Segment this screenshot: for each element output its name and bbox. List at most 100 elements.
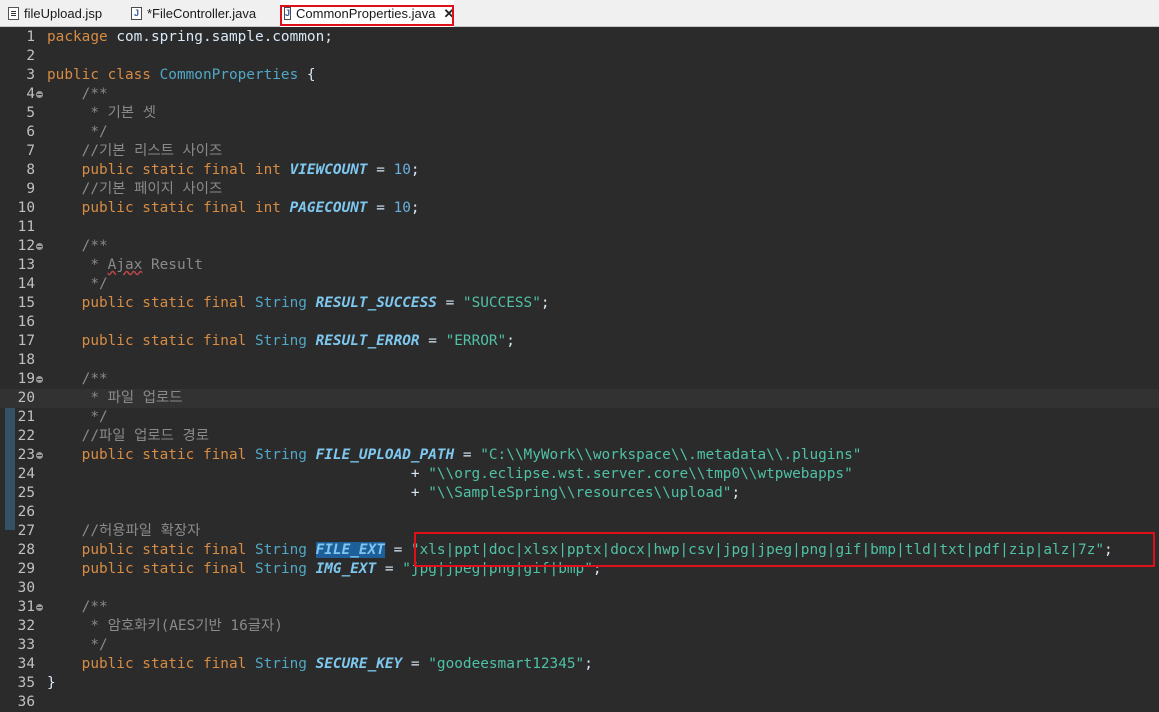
line-number: 2 xyxy=(26,48,35,64)
code-line: 33 */ xyxy=(0,636,1159,655)
code-line: 35} xyxy=(0,674,1159,693)
constant-secure-key: SECURE_KEY xyxy=(315,656,403,672)
code-line: 30 xyxy=(0,579,1159,598)
line-number: 12 xyxy=(17,238,35,254)
constant-result-error: RESULT_ERROR xyxy=(315,333,420,349)
line-number: 18 xyxy=(17,352,35,368)
constant-viewcount: VIEWCOUNT xyxy=(289,162,368,178)
code-line: 4 /** xyxy=(0,85,1159,104)
line-number: 36 xyxy=(17,694,35,710)
code-line: 3 public class CommonProperties { xyxy=(0,66,1159,85)
constant-file-upload-path: FILE_UPLOAD_PATH xyxy=(315,447,455,463)
line-number: 14 xyxy=(17,276,35,292)
code-line: 24 + "\\org.eclipse.wst.server.core\\tmp… xyxy=(0,465,1159,484)
code-line: 17 public static final String RESULT_ERR… xyxy=(0,332,1159,351)
tab-label: fileUpload.jsp xyxy=(24,6,103,21)
code-line: 32 * 암호화키(AES기반 16글자) xyxy=(0,617,1159,636)
code-line: 14 */ xyxy=(0,275,1159,294)
constant-pagecount: PAGECOUNT xyxy=(289,200,368,216)
code-editor[interactable]: 1 package com.spring.sample.common; 2 3 pu… xyxy=(0,27,1159,710)
fold-collapse-icon[interactable] xyxy=(36,243,43,250)
line-number: 5 xyxy=(26,105,35,121)
code-line: 27 //허용파일 확장자 xyxy=(0,522,1159,541)
code-line: 26 xyxy=(0,503,1159,522)
code-line: 12 /** xyxy=(0,237,1159,256)
code-line: 7 //기본 리스트 사이즈 xyxy=(0,142,1159,161)
line-number: 7 xyxy=(26,143,35,159)
constant-result-success: RESULT_SUCCESS xyxy=(315,295,437,311)
line-number: 29 xyxy=(17,561,35,577)
tab-label: CommonProperties.java xyxy=(296,6,436,21)
code-line: 23 public static final String FILE_UPLOA… xyxy=(0,446,1159,465)
constant-file-ext-selected: FILE_EXT xyxy=(315,542,385,558)
tab-label: *FileController.java xyxy=(147,6,257,21)
code-line: 19 /** xyxy=(0,370,1159,389)
code-line: 16 xyxy=(0,313,1159,332)
code-line: 11 xyxy=(0,218,1159,237)
code-line: 2 xyxy=(0,47,1159,66)
line-number: 4 xyxy=(26,86,35,102)
line-number: 33 xyxy=(17,637,35,653)
line-number: 16 xyxy=(17,314,35,330)
tab-fileupload-jsp[interactable]: fileUpload.jsp xyxy=(8,0,126,27)
code-line: 1 package com.spring.sample.common; xyxy=(0,28,1159,47)
line-number: 32 xyxy=(17,618,35,634)
code-line: 10 public static final int PAGECOUNT = 1… xyxy=(0,199,1159,218)
spelling-warning: Ajax xyxy=(107,257,143,273)
file-ext-value: "xls|ppt|doc|xlsx|pptx|docx|hwp|csv|jpg|… xyxy=(410,542,1105,558)
code-line: 15 public static final String RESULT_SUC… xyxy=(0,294,1159,313)
code-line: 21 */ xyxy=(0,408,1159,427)
line-number: 19 xyxy=(17,371,35,387)
class-name: CommonProperties xyxy=(159,67,299,83)
line-number: 22 xyxy=(17,428,35,444)
line-number: 6 xyxy=(26,124,35,140)
code-line: 22 //파일 업로드 경로 xyxy=(0,427,1159,446)
line-number: 10 xyxy=(17,200,35,216)
code-line: 36 xyxy=(0,693,1159,712)
constant-img-ext: IMG_EXT xyxy=(315,561,377,577)
code-line: 6 */ xyxy=(0,123,1159,142)
code-line: 34 public static final String SECURE_KEY… xyxy=(0,655,1159,674)
line-number: 9 xyxy=(26,181,35,197)
tab-commonproperties-java[interactable]: J CommonProperties.java ✕ xyxy=(280,0,454,27)
code-line: 18 xyxy=(0,351,1159,370)
jsp-file-icon xyxy=(8,7,19,20)
line-number: 21 xyxy=(17,409,35,425)
line-number: 35 xyxy=(17,675,35,691)
code-line-current: 20 * 파일 업로드 xyxy=(0,389,1159,408)
line-number: 27 xyxy=(17,523,35,539)
code-line: 5 * 기본 셋 xyxy=(0,104,1159,123)
fold-collapse-icon[interactable] xyxy=(36,452,43,459)
code-line: 29 public static final String IMG_EXT = … xyxy=(0,560,1159,579)
fold-collapse-icon[interactable] xyxy=(36,91,43,98)
fold-collapse-icon[interactable] xyxy=(36,376,43,383)
line-number: 26 xyxy=(17,504,35,520)
fold-collapse-icon[interactable] xyxy=(36,604,43,611)
java-file-icon: J xyxy=(284,7,292,20)
line-number: 17 xyxy=(17,333,35,349)
line-number: 20 xyxy=(17,390,35,406)
line-number: 15 xyxy=(17,295,35,311)
line-number: 8 xyxy=(26,162,35,178)
close-icon[interactable]: ✕ xyxy=(443,6,454,22)
line-number: 11 xyxy=(17,219,35,235)
line-number: 1 xyxy=(26,29,35,45)
code-line: 28 public static final String FILE_EXT =… xyxy=(0,541,1159,560)
line-number: 30 xyxy=(17,580,35,596)
line-number: 13 xyxy=(17,257,35,273)
line-number: 25 xyxy=(17,485,35,501)
line-number: 28 xyxy=(17,542,35,558)
java-file-icon: J xyxy=(131,7,142,20)
code-line: 8 public static final int VIEWCOUNT = 10… xyxy=(0,161,1159,180)
line-number: 3 xyxy=(26,67,35,83)
editor-tab-bar: fileUpload.jsp J *FileController.java J … xyxy=(0,0,1159,27)
line-number: 31 xyxy=(17,599,35,615)
code-line: 25 + "\\SampleSpring\\resources\\upload"… xyxy=(0,484,1159,503)
line-number: 34 xyxy=(17,656,35,672)
line-number: 24 xyxy=(17,466,35,482)
code-line: 13 * Ajax Result xyxy=(0,256,1159,275)
line-number: 23 xyxy=(17,447,35,463)
code-line: 31 /** xyxy=(0,598,1159,617)
code-line: 9 //기본 페이지 사이즈 xyxy=(0,180,1159,199)
tab-filecontroller-java[interactable]: J *FileController.java xyxy=(131,0,273,27)
